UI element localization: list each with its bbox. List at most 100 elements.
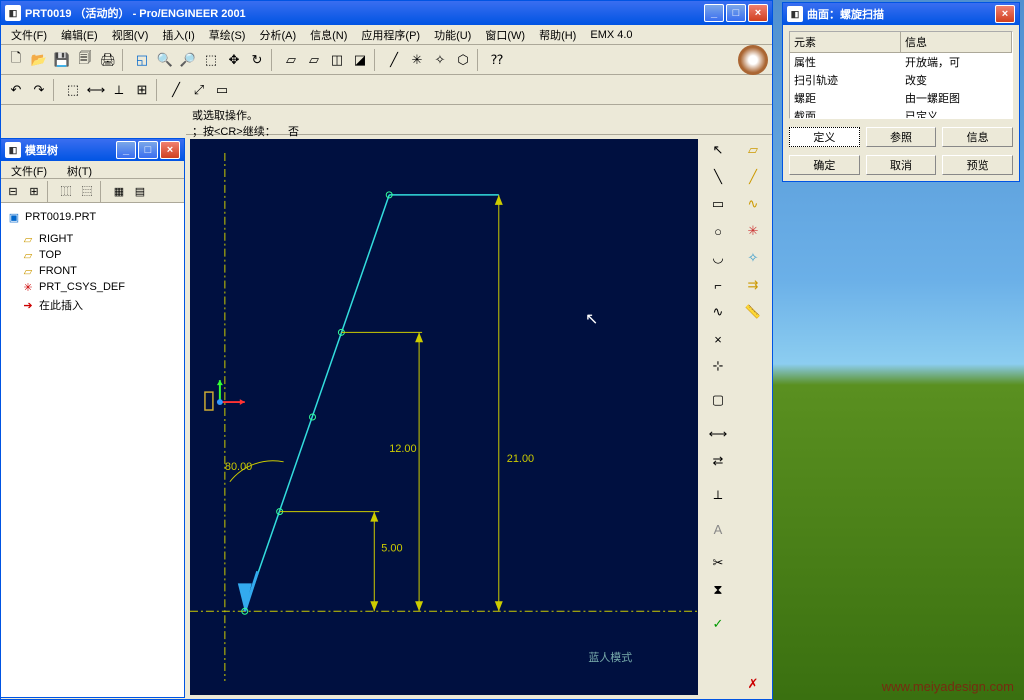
rect-icon[interactable]: ▭ xyxy=(704,191,732,217)
save-copy-icon[interactable]: 🗐 xyxy=(74,49,96,71)
rect-tool-icon[interactable]: ▭ xyxy=(211,79,233,101)
edge-icon[interactable]: ▢ xyxy=(704,387,732,413)
preview-button[interactable]: 预览 xyxy=(942,155,1013,175)
tree-btn-2-icon[interactable]: ⊞ xyxy=(24,181,44,201)
ruler-icon[interactable]: 📏 xyxy=(739,299,767,325)
point-tool-icon[interactable]: ✧ xyxy=(739,245,767,271)
trim-icon[interactable]: ✂ xyxy=(704,550,732,576)
tree-item-insert[interactable]: ➔ 在此插入 xyxy=(3,295,182,315)
table-row[interactable]: 扫引轨迹改变 xyxy=(790,71,1012,89)
text-icon[interactable]: A xyxy=(704,516,732,542)
tree-root[interactable]: ▣ PRT0019.PRT xyxy=(3,209,182,225)
datum-plane-icon[interactable]: ▱ xyxy=(739,137,767,163)
datum-1-icon[interactable]: ╱ xyxy=(383,49,405,71)
offset-icon[interactable]: ⇉ xyxy=(739,272,767,298)
new-icon[interactable]: 🗋 xyxy=(5,49,27,71)
line-tool-icon[interactable]: ╱ xyxy=(165,79,187,101)
minimize-button[interactable]: _ xyxy=(704,4,724,22)
curve-icon[interactable]: ∿ xyxy=(739,191,767,217)
menu-emx[interactable]: EMX 4.0 xyxy=(584,27,638,43)
table-row[interactable]: 截面已定义 xyxy=(790,107,1012,119)
select-tool-icon[interactable]: ↖ xyxy=(704,137,732,163)
tree-menu-file[interactable]: 文件(F) xyxy=(5,161,53,178)
constr-icon[interactable]: ⟂ xyxy=(704,482,732,508)
maximize-button[interactable]: □ xyxy=(726,4,746,22)
grid-icon[interactable]: ⊞ xyxy=(131,79,153,101)
display-1-icon[interactable]: ▱ xyxy=(280,49,302,71)
info-button[interactable]: 信息 xyxy=(942,127,1013,147)
spin-icon[interactable]: ↻ xyxy=(246,49,268,71)
spline-icon[interactable]: ∿ xyxy=(704,299,732,325)
menu-info[interactable]: 信息(N) xyxy=(304,25,353,45)
tree-item-front[interactable]: ▱ FRONT xyxy=(3,263,182,279)
tree-titlebar[interactable]: ◧ 模型树 _ □ × xyxy=(1,139,184,161)
tree-btn-4-icon[interactable]: ⿳ xyxy=(77,181,97,201)
done-icon[interactable]: ✓ xyxy=(704,611,732,637)
save-icon[interactable]: 💾 xyxy=(51,49,73,71)
menu-edit[interactable]: 编辑(E) xyxy=(55,25,104,45)
cancel-button[interactable]: 取消 xyxy=(866,155,937,175)
display-2-icon[interactable]: ▱ xyxy=(303,49,325,71)
datum-2-icon[interactable]: ✳ xyxy=(406,49,428,71)
open-icon[interactable]: 📂 xyxy=(28,49,50,71)
constraint-icon[interactable]: ⟂ xyxy=(108,79,130,101)
tree-item-csys[interactable]: ✳ PRT_CSYS_DEF xyxy=(3,279,182,295)
tree-btn-3-icon[interactable]: ⿲ xyxy=(56,181,76,201)
dim-icon[interactable]: ⟷ xyxy=(704,421,732,447)
zoom-window-icon[interactable]: ⬚ xyxy=(200,49,222,71)
refs-button[interactable]: 参照 xyxy=(866,127,937,147)
display-4-icon[interactable]: ◪ xyxy=(349,49,371,71)
tree-btn-1-icon[interactable]: ⊟ xyxy=(3,181,23,201)
tree-minimize-button[interactable]: _ xyxy=(116,141,136,159)
close-button[interactable]: × xyxy=(748,4,768,22)
tree-menu-tree[interactable]: 树(T) xyxy=(61,161,98,178)
pan-icon[interactable]: ✥ xyxy=(223,49,245,71)
tree-body[interactable]: ▣ PRT0019.PRT ▱ RIGHT ▱ TOP ▱ FRONT ✳ PR… xyxy=(1,203,184,697)
table-row[interactable]: 螺距由一螺距图 xyxy=(790,89,1012,107)
datum-4-icon[interactable]: ⬡ xyxy=(452,49,474,71)
axis-icon[interactable]: ╱ xyxy=(739,164,767,190)
select-icon[interactable]: ⬚ xyxy=(62,79,84,101)
refit-icon[interactable]: ◱ xyxy=(131,49,153,71)
dialog-titlebar[interactable]: ◧ 曲面：螺旋扫描 × xyxy=(783,3,1019,25)
tree-btn-5-icon[interactable]: ▦ xyxy=(109,181,129,201)
arc-icon[interactable]: ◡ xyxy=(704,245,732,271)
line-icon[interactable]: ╲ xyxy=(704,164,732,190)
define-button[interactable]: 定义 xyxy=(789,127,860,147)
datum-3-icon[interactable]: ✧ xyxy=(429,49,451,71)
circle-icon[interactable]: ○ xyxy=(704,218,732,244)
menu-analysis[interactable]: 分析(A) xyxy=(253,25,302,45)
tree-item-right[interactable]: ▱ RIGHT xyxy=(3,231,182,247)
moddim-icon[interactable]: ⇄ xyxy=(704,448,732,474)
undo-icon[interactable]: ↶ xyxy=(5,79,27,101)
mirror-icon[interactable]: ⧗ xyxy=(704,577,732,603)
main-titlebar[interactable]: ◧ PRT0019 （活动的） - Pro/ENGINEER 2001 _ □ … xyxy=(1,1,772,25)
menu-help[interactable]: 帮助(H) xyxy=(533,25,582,45)
sketch-canvas[interactable]: 21.00 12.00 5.00 80.00 蓝人模式 xyxy=(190,139,698,695)
display-3-icon[interactable]: ◫ xyxy=(326,49,348,71)
element-table[interactable]: 元素 信息 属性开放端，可 扫引轨迹改变 螺距由一螺距图 截面已定义 xyxy=(789,31,1013,119)
tree-btn-6-icon[interactable]: ▤ xyxy=(130,181,150,201)
help-cursor-icon[interactable]: ⁇ xyxy=(486,49,508,71)
line2-tool-icon[interactable]: ⤢ xyxy=(188,79,210,101)
menu-sketch[interactable]: 草绘(S) xyxy=(203,25,252,45)
menu-file[interactable]: 文件(F) xyxy=(5,25,53,45)
print-icon[interactable]: 🖨 xyxy=(97,49,119,71)
csys-tool-icon[interactable]: ✳ xyxy=(739,218,767,244)
dim-tool-icon[interactable]: ⟷ xyxy=(85,79,107,101)
point-icon[interactable]: × xyxy=(704,326,732,352)
tree-close-button[interactable]: × xyxy=(160,141,180,159)
cancel-icon[interactable]: ✗ xyxy=(739,671,767,697)
menu-window[interactable]: 窗口(W) xyxy=(479,25,531,45)
menu-app[interactable]: 应用程序(P) xyxy=(355,25,426,45)
fillet-icon[interactable]: ⌐ xyxy=(704,272,732,298)
menu-view[interactable]: 视图(V) xyxy=(106,25,155,45)
table-row[interactable]: 属性开放端，可 xyxy=(790,53,1012,71)
ok-button[interactable]: 确定 xyxy=(789,155,860,175)
menu-func[interactable]: 功能(U) xyxy=(428,25,477,45)
tree-item-top[interactable]: ▱ TOP xyxy=(3,247,182,263)
menu-insert[interactable]: 插入(I) xyxy=(156,25,200,45)
coord-icon[interactable]: ⊹ xyxy=(704,353,732,379)
dialog-close-button[interactable]: × xyxy=(995,5,1015,23)
redo-icon[interactable]: ↷ xyxy=(28,79,50,101)
